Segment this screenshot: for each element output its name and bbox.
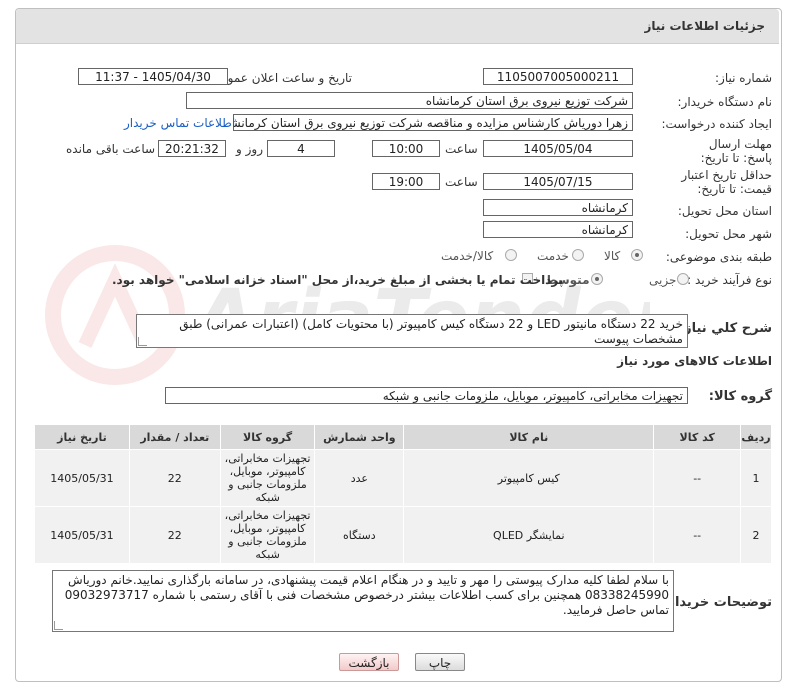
province-field: کرمانشاه xyxy=(483,199,633,216)
cell-group: تجهیزات مخابراتی، کامپیوتر، موبایل، ملزو… xyxy=(219,506,316,564)
cell-unit: عدد xyxy=(314,449,405,507)
need-number-field: 1105007005000211 xyxy=(483,68,633,85)
buyer-notes-label: توضیحات خریدار: xyxy=(662,595,772,610)
cell-code: -- xyxy=(653,449,742,507)
cell-group: تجهیزات مخابراتی، کامپیوتر، موبایل، ملزو… xyxy=(219,449,316,507)
cell-unit: دستگاه xyxy=(314,506,405,564)
back-button[interactable]: بازگشت xyxy=(339,653,399,671)
col-code: کد کالا xyxy=(653,424,742,450)
reply-deadline-label: مهلت ارسال پاسخ: تا تاریخ: xyxy=(700,137,772,165)
description-textarea[interactable]: خرید 22 دستگاه مانیتور LED و 22 دستگاه ک… xyxy=(136,314,688,348)
goods-group-label: گروه کالا: xyxy=(708,389,772,404)
cell-name: کیس کامپیوتر xyxy=(403,449,655,507)
col-index: ردیف xyxy=(740,424,772,450)
col-unit: واحد شمارش xyxy=(314,424,405,450)
cell-code: -- xyxy=(653,506,742,564)
items-table: ردیف کد کالا نام کالا واحد شمارش گروه کا… xyxy=(34,424,772,564)
purchase-radio-medium[interactable] xyxy=(591,273,603,285)
resize-handle-icon[interactable] xyxy=(54,621,63,630)
table-row: 2 -- نمایشگر QLED دستگاه تجهیزات مخابرات… xyxy=(34,506,772,564)
price-validity-date: 1405/07/15 xyxy=(483,173,633,190)
requester-label: ایجاد کننده درخواست: xyxy=(661,117,772,131)
description-text: خرید 22 دستگاه مانیتور LED و 22 دستگاه ک… xyxy=(179,317,683,346)
cell-date: 1405/05/31 xyxy=(34,506,130,564)
col-name: نام کالا xyxy=(403,424,655,450)
category-option-both: کالا/خدمت xyxy=(441,249,494,263)
category-label: طبقه بندی موضوعی: xyxy=(665,250,772,264)
category-option-goods: کالا xyxy=(604,249,621,263)
price-validity-time: 19:00 xyxy=(372,173,440,190)
buyer-notes-text: با سلام لطفا کلیه مدارک پیوستی را مهر و … xyxy=(64,573,669,617)
reply-deadline-time: 10:00 xyxy=(372,140,440,157)
panel-header: جزئیات اطلاعات نیاز xyxy=(16,9,779,44)
cell-date: 1405/05/31 xyxy=(34,449,130,507)
purchase-type-label: نوع فرآیند خرید : xyxy=(687,273,772,287)
col-group: گروه کالا xyxy=(219,424,316,450)
reply-time-label: ساعت xyxy=(445,142,478,156)
category-radio-service[interactable] xyxy=(572,249,584,261)
treasury-payment-note: پرداخت تمام یا بخشی از مبلغ خرید،از محل … xyxy=(112,273,564,287)
description-label: شرح کلي نياز: xyxy=(678,321,772,336)
col-qty: تعداد / مقدار xyxy=(128,424,221,450)
need-number-label: شماره نیاز: xyxy=(715,71,772,85)
page-title: جزئیات اطلاعات نیاز xyxy=(644,19,765,33)
category-radio-goods[interactable] xyxy=(631,249,643,261)
remaining-label: ساعت باقی مانده xyxy=(66,142,156,156)
table-header-row: ردیف کد کالا نام کالا واحد شمارش گروه کا… xyxy=(34,424,772,450)
resize-handle-icon[interactable] xyxy=(138,337,147,346)
goods-group-field: تجهیزات مخابراتی، کامپیوتر، موبایل، ملزو… xyxy=(165,387,688,404)
announce-datetime-label: تاریخ و ساعت اعلان عمومی: xyxy=(207,71,352,85)
cell-index: 2 xyxy=(740,506,772,564)
category-radio-both[interactable] xyxy=(505,249,517,261)
print-button[interactable]: چاپ xyxy=(415,653,465,671)
table-row: 1 -- کیس کامپیوتر عدد تجهیزات مخابراتی، … xyxy=(34,449,772,507)
buyer-contact-link[interactable]: اطلاعات تماس خریدار xyxy=(124,116,235,130)
validity-time-label: ساعت xyxy=(445,175,478,189)
remaining-time: 20:21:32 xyxy=(158,140,226,157)
announce-datetime-field: 1405/04/30 - 11:37 xyxy=(78,68,228,85)
buyer-notes-textarea[interactable]: با سلام لطفا کلیه مدارک پیوستی را مهر و … xyxy=(52,570,674,632)
category-option-service: خدمت xyxy=(537,249,569,263)
price-validity-label: حداقل تاریخ اعتبار قیمت: تا تاریخ: xyxy=(681,168,772,196)
buyer-org-label: نام دستگاه خریدار: xyxy=(677,95,773,109)
purchase-radio-minor[interactable] xyxy=(677,273,689,285)
cell-index: 1 xyxy=(740,449,772,507)
cell-qty: 22 xyxy=(128,506,221,564)
col-date: تاریخ نیاز xyxy=(34,424,130,450)
province-label: استان محل تحویل: xyxy=(677,204,772,218)
city-label: شهر محل تحویل: xyxy=(685,227,772,241)
days-label: روز و xyxy=(236,142,263,156)
buyer-org-field: شرکت توزیع نیروی برق استان کرمانشاه xyxy=(186,92,633,109)
city-field: کرمانشاه xyxy=(483,221,633,238)
goods-section-title: اطلاعات کالاهای مورد نیاز xyxy=(617,354,772,368)
cell-qty: 22 xyxy=(128,449,221,507)
cell-name: نمایشگر QLED xyxy=(403,506,655,564)
purchase-option-minor: جزیی xyxy=(649,273,677,287)
remaining-days: 4 xyxy=(267,140,335,157)
reply-deadline-date: 1405/05/04 xyxy=(483,140,633,157)
requester-field: زهرا دوریاش کارشناس مزایده و مناقصه شرکت… xyxy=(233,114,633,131)
